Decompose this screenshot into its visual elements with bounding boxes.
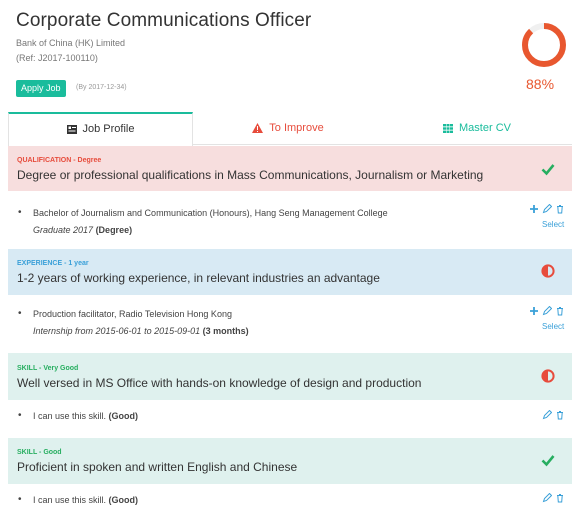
tab-bar: Job Profile To Improve Master CV bbox=[8, 112, 572, 146]
entry-title: I can use this skill. (Good) bbox=[33, 495, 138, 505]
requirement-experience: EXPERIENCE - 1 year 1-2 years of working… bbox=[8, 249, 572, 295]
select-link[interactable]: Select bbox=[542, 220, 564, 229]
tab-label: Job Profile bbox=[82, 123, 135, 135]
select-link[interactable]: Select bbox=[542, 322, 564, 331]
list-item: • Bachelor of Journalism and Communicati… bbox=[8, 191, 572, 249]
edit-icon[interactable] bbox=[542, 204, 552, 214]
job-reference: (Ref: J2017-100110) bbox=[16, 53, 98, 63]
entry-level: (Good) bbox=[108, 411, 139, 421]
tab-label: Master CV bbox=[459, 122, 511, 134]
entry-actions bbox=[529, 204, 565, 214]
entry-text: I can use this skill. bbox=[33, 495, 107, 505]
requirement-type: QUALIFICATION - Degree bbox=[17, 157, 102, 164]
edit-icon[interactable] bbox=[542, 410, 552, 420]
grid-icon bbox=[443, 123, 454, 133]
match-gauge-icon bbox=[522, 23, 566, 67]
delete-icon[interactable] bbox=[555, 410, 565, 420]
apply-deadline: (By 2017-12-34) bbox=[76, 84, 127, 91]
add-icon[interactable] bbox=[529, 204, 539, 214]
requirement-text: Well versed in MS Office with hands-on k… bbox=[17, 376, 422, 390]
delete-icon[interactable] bbox=[555, 493, 565, 503]
edit-icon[interactable] bbox=[542, 493, 552, 503]
entry-actions bbox=[542, 410, 565, 420]
half-circle-icon bbox=[541, 264, 555, 278]
requirement-qualification: QUALIFICATION - Degree Degree or profess… bbox=[8, 146, 572, 191]
requirement-skill: SKILL - Very Good Well versed in MS Offi… bbox=[8, 353, 572, 400]
add-icon[interactable] bbox=[529, 306, 539, 316]
entry-date: Internship from 2015-06-01 to 2015-09-01 bbox=[33, 326, 201, 336]
half-circle-icon bbox=[541, 369, 555, 383]
entry-detail: Internship from 2015-06-01 to 2015-09-01… bbox=[33, 326, 249, 336]
tab-master-cv[interactable]: Master CV bbox=[382, 112, 572, 145]
entry-title: I can use this skill. (Good) bbox=[33, 411, 138, 421]
edit-icon[interactable] bbox=[542, 306, 552, 316]
check-icon bbox=[541, 164, 555, 176]
tab-to-improve[interactable]: To Improve bbox=[194, 112, 382, 145]
check-icon bbox=[541, 455, 555, 467]
entry-actions bbox=[529, 306, 565, 316]
requirement-type: SKILL - Very Good bbox=[17, 365, 79, 372]
job-title: Corporate Communications Officer bbox=[16, 10, 312, 31]
delete-icon[interactable] bbox=[555, 306, 565, 316]
entry-date: Graduate 2017 bbox=[33, 225, 94, 235]
tab-job-profile[interactable]: Job Profile bbox=[8, 112, 193, 146]
requirement-text: 1-2 years of working experience, in rele… bbox=[17, 271, 380, 285]
requirement-text: Proficient in spoken and written English… bbox=[17, 460, 298, 474]
delete-icon[interactable] bbox=[555, 204, 565, 214]
requirement-text: Degree or professional qualifications in… bbox=[17, 168, 484, 182]
entry-text: I can use this skill. bbox=[33, 411, 107, 421]
apply-job-button[interactable]: Apply Job bbox=[16, 80, 66, 97]
bullet: • bbox=[18, 207, 22, 218]
list-item: • Production facilitator, Radio Televisi… bbox=[8, 295, 572, 353]
bullet: • bbox=[18, 410, 22, 421]
requirement-type: EXPERIENCE - 1 year bbox=[17, 260, 89, 267]
job-header: Corporate Communications Officer Bank of… bbox=[0, 0, 572, 112]
tab-label: To Improve bbox=[269, 122, 324, 134]
warning-icon bbox=[252, 123, 264, 134]
entry-title: Production facilitator, Radio Television… bbox=[33, 309, 232, 319]
requirement-type: SKILL - Good bbox=[17, 449, 62, 456]
list-item: • I can use this skill. (Good) bbox=[8, 400, 572, 438]
requirement-skill: SKILL - Good Proficient in spoken and wr… bbox=[8, 438, 572, 484]
match-percent: 88% bbox=[526, 76, 555, 92]
entry-level: (Good) bbox=[108, 495, 139, 505]
entry-actions bbox=[542, 493, 565, 503]
entry-title: Bachelor of Journalism and Communication… bbox=[33, 208, 388, 218]
bullet: • bbox=[18, 308, 22, 319]
entry-level: (Degree) bbox=[95, 225, 133, 235]
list-item: • I can use this skill. (Good) bbox=[8, 484, 572, 513]
profile-card-icon bbox=[66, 124, 77, 134]
company-name: Bank of China (HK) Limited bbox=[16, 38, 126, 48]
entry-detail: Graduate 2017 (Degree) bbox=[33, 225, 132, 235]
entry-level: (3 months) bbox=[202, 326, 249, 336]
bullet: • bbox=[18, 494, 22, 505]
